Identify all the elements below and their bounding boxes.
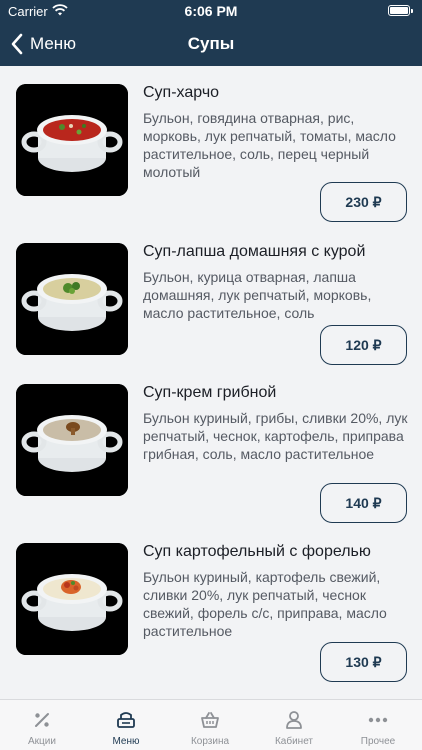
menu-icon bbox=[117, 712, 135, 728]
soup-list: Суп-харчо Бульон, говядина отварная, рис… bbox=[0, 66, 422, 699]
user-icon bbox=[286, 711, 302, 729]
dish-image bbox=[16, 243, 128, 355]
price-button[interactable]: 120 ₽ bbox=[320, 325, 407, 365]
page-title: Супы bbox=[187, 34, 235, 53]
dish-name: Суп-харчо bbox=[143, 84, 220, 101]
nav-bar: Меню Супы bbox=[0, 24, 422, 66]
price-button[interactable]: 230 ₽ bbox=[320, 182, 407, 222]
dish-description: Бульон куриный, картофель свежий, сливки… bbox=[143, 569, 387, 639]
dish-image bbox=[16, 543, 128, 655]
tab-promotions[interactable]: Акции bbox=[0, 700, 84, 750]
tab-cart[interactable]: Корзина bbox=[168, 700, 252, 750]
dish-image bbox=[16, 84, 128, 196]
dish-description: Бульон куриный, грибы, сливки 20%, лук р… bbox=[143, 410, 408, 462]
dish-name: Суп-лапша домашняя с курой bbox=[143, 243, 366, 260]
tab-bar: Акции Меню Корзина Кабинет Прочее bbox=[0, 699, 422, 750]
basket-icon bbox=[201, 712, 219, 728]
dish-description: Бульон, курица отварная, лапша домашняя,… bbox=[143, 269, 372, 321]
battery-icon bbox=[388, 5, 413, 16]
tab-label: Меню bbox=[112, 736, 140, 747]
tab-more[interactable]: Прочее bbox=[336, 700, 420, 750]
tab-label: Кабинет bbox=[274, 736, 314, 747]
price-button[interactable]: 140 ₽ bbox=[320, 483, 407, 523]
dish-description: Бульон, говядина отварная, рис, морковь,… bbox=[143, 110, 396, 180]
tab-label: Акции bbox=[28, 736, 56, 747]
top-bar: Carrier 6:06 PM Меню Супы bbox=[0, 0, 422, 66]
tab-label: Прочее bbox=[360, 736, 396, 747]
dish-image bbox=[16, 384, 128, 496]
tab-account[interactable]: Кабинет bbox=[252, 700, 336, 750]
status-time: 6:06 PM bbox=[184, 3, 238, 19]
more-icon bbox=[368, 717, 388, 723]
tab-label: Корзина bbox=[190, 736, 230, 747]
tab-menu[interactable]: Меню bbox=[84, 700, 168, 750]
price-button[interactable]: 130 ₽ bbox=[320, 642, 407, 682]
percent-icon bbox=[35, 713, 49, 727]
dish-name: Суп-крем грибной bbox=[143, 384, 277, 401]
status-bar: Carrier 6:06 PM bbox=[0, 0, 422, 24]
dish-name: Суп картофельный с форелью bbox=[143, 543, 371, 560]
